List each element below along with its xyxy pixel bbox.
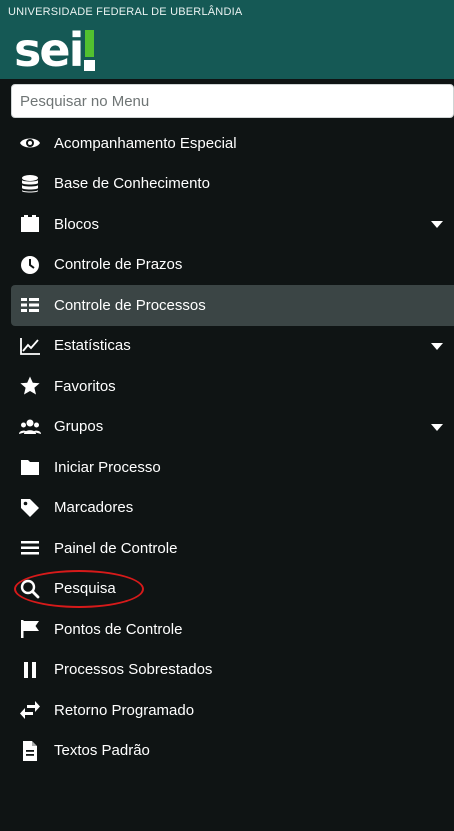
sidebar-item-blocos[interactable]: Blocos (11, 204, 454, 245)
sidebar-item-iniciar-processo[interactable]: Iniciar Processo (11, 447, 454, 488)
line-chart-icon (19, 335, 41, 357)
sidebar-item-retorno-programado[interactable]: Retorno Programado (11, 690, 454, 731)
sei-logo[interactable]: sei (14, 20, 97, 74)
logo-exclamation-icon (84, 26, 97, 74)
sidebar-item-label: Marcadores (54, 499, 134, 517)
chevron-down-icon[interactable] (431, 342, 443, 350)
sidebar-item-label: Grupos (54, 418, 104, 436)
sidebar-item-marcadores[interactable]: Marcadores (11, 488, 454, 529)
sidebar-item-acompanhamento-especial[interactable]: Acompanhamento Especial (11, 123, 454, 164)
sidebar-item-label: Pontos de Controle (54, 620, 183, 638)
exchange-icon (19, 699, 41, 721)
pause-icon (19, 659, 41, 681)
flag-icon (19, 618, 41, 640)
sidebar-item-label: Estatísticas (54, 337, 131, 355)
blocks-icon (19, 213, 41, 235)
users-icon (19, 416, 41, 438)
sidebar-item-label: Textos Padrão (54, 742, 150, 760)
file-text-icon (19, 740, 41, 762)
header-bar: UNIVERSIDADE FEDERAL DE UBERLÂNDIA sei (0, 0, 454, 79)
sidebar-item-controle-de-processos[interactable]: Controle de Processos (11, 285, 454, 326)
sidebar-item-estatisticas[interactable]: Estatísticas (11, 326, 454, 367)
sidebar-item-label: Processos Sobrestados (54, 661, 213, 679)
sidebar-item-label: Iniciar Processo (54, 458, 161, 476)
sidebar-item-label: Pesquisa (54, 580, 116, 598)
database-icon (19, 173, 41, 195)
logo-text: sei (14, 23, 84, 77)
search-icon (19, 578, 41, 600)
eye-icon (19, 132, 41, 154)
sidebar-item-favoritos[interactable]: Favoritos (11, 366, 454, 407)
university-name: UNIVERSIDADE FEDERAL DE UBERLÂNDIA (8, 6, 243, 18)
sidebar-item-controle-de-prazos[interactable]: Controle de Prazos (11, 245, 454, 286)
sidebar-panel: UNIVERSIDADE FEDERAL DE UBERLÂNDIA sei A… (0, 0, 454, 831)
sidebar-item-label: Controle de Prazos (54, 256, 183, 274)
sidebar-item-textos-padrao[interactable]: Textos Padrão (11, 731, 454, 772)
search-input[interactable] (11, 84, 454, 118)
sidebar-item-pontos-de-controle[interactable]: Pontos de Controle (11, 609, 454, 650)
clock-icon (19, 254, 41, 276)
sidebar-item-label: Favoritos (54, 377, 116, 395)
chevron-down-icon[interactable] (431, 221, 443, 228)
sei-app: UNIVERSIDADE FEDERAL DE UBERLÂNDIA sei A… (0, 0, 454, 831)
sidebar-item-label: Base de Conhecimento (54, 175, 210, 193)
sidebar-item-label: Painel de Controle (54, 539, 178, 557)
sidebar-item-pesquisa[interactable]: Pesquisa (11, 569, 454, 610)
menu-search (11, 84, 454, 118)
sidebar-menu: Acompanhamento Especial Base de Conhecim… (11, 123, 454, 771)
sidebar-item-label: Acompanhamento Especial (54, 134, 237, 152)
sidebar-item-grupos[interactable]: Grupos (11, 407, 454, 448)
tag-icon (19, 497, 41, 519)
list-icon (19, 294, 41, 316)
chevron-down-icon[interactable] (431, 423, 443, 431)
sidebar-item-painel-de-controle[interactable]: Painel de Controle (11, 528, 454, 569)
sidebar-item-base-de-conhecimento[interactable]: Base de Conhecimento (11, 164, 454, 205)
sidebar-item-label: Blocos (54, 215, 100, 233)
sidebar-item-label: Retorno Programado (54, 701, 195, 719)
sidebar-item-label: Controle de Processos (54, 296, 206, 314)
folder-icon (19, 456, 41, 478)
sidebar-item-processos-sobrestados[interactable]: Processos Sobrestados (11, 650, 454, 691)
star-icon (19, 375, 41, 397)
bars-icon (19, 537, 41, 559)
